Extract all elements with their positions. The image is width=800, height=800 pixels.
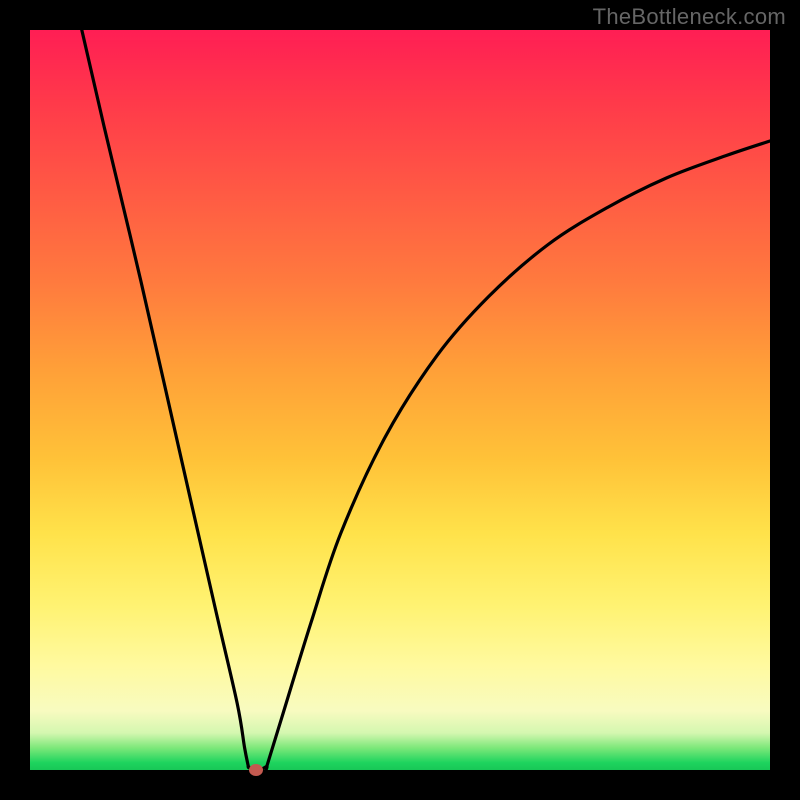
- plot-area: [30, 30, 770, 770]
- minimum-marker: [249, 764, 263, 776]
- watermark-text: TheBottleneck.com: [593, 4, 786, 30]
- chart-frame: TheBottleneck.com: [0, 0, 800, 800]
- bottleneck-curve: [30, 30, 770, 770]
